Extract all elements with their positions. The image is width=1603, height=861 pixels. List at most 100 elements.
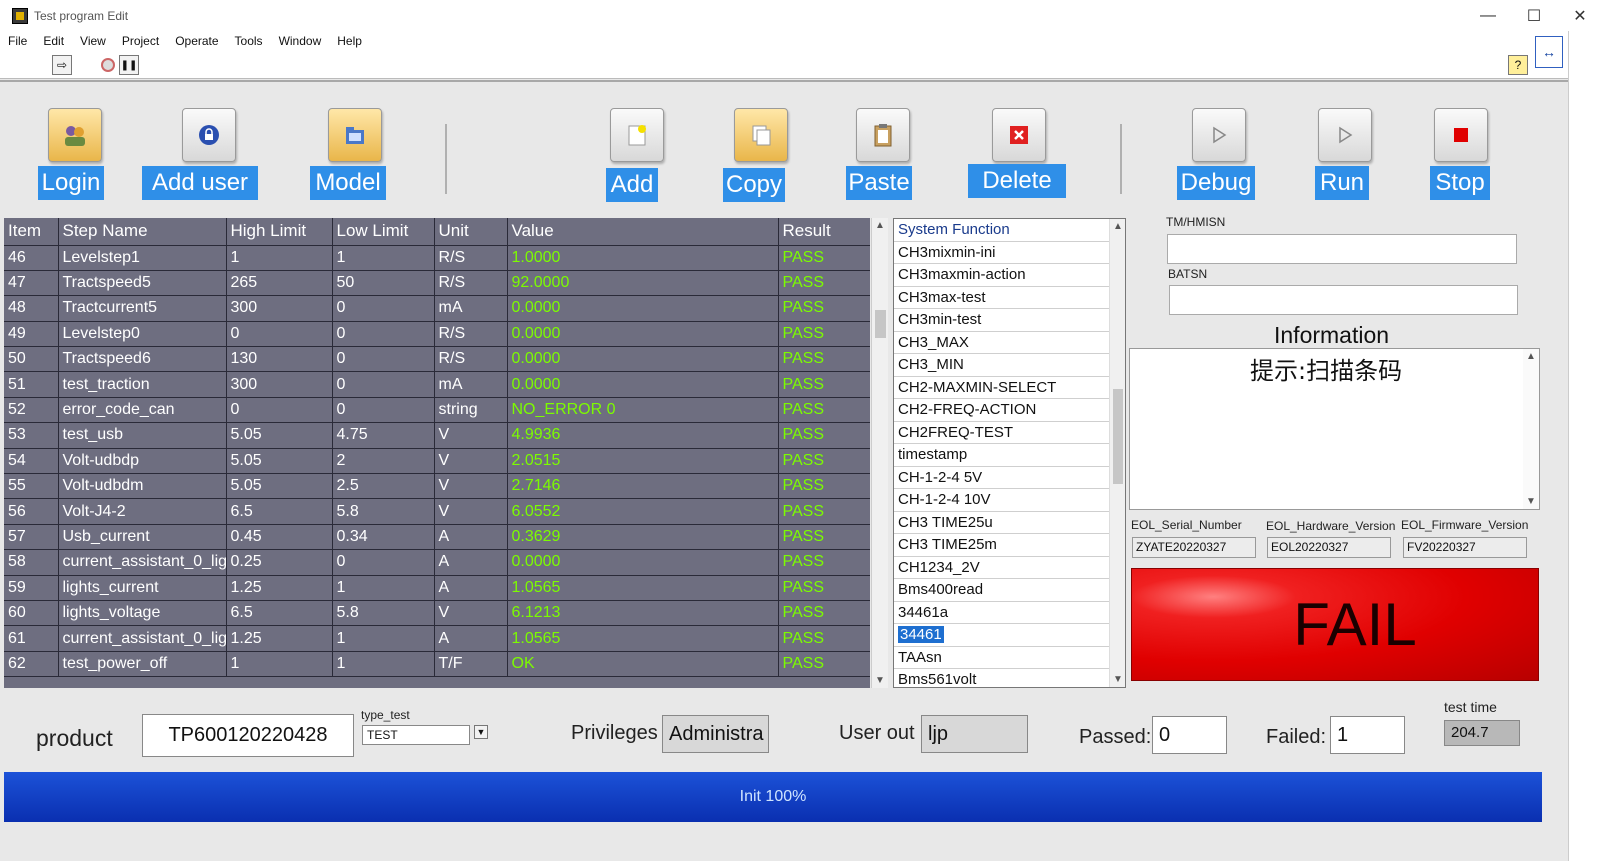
login-label[interactable]: Login (38, 166, 104, 200)
run-label[interactable]: Run (1315, 166, 1369, 200)
function-list-item[interactable]: CH3 TIME25m (894, 534, 1109, 557)
scroll-up-icon[interactable]: ▲ (1113, 221, 1123, 232)
table-row[interactable]: 49 Levelstep0 0 0 R/S 0.0000 PASS (4, 321, 870, 348)
table-row[interactable]: 53 test_usb 5.05 4.75 V 4.9936 PASS (4, 422, 870, 449)
function-list-item[interactable]: CH2FREQ-TEST (894, 422, 1109, 444)
col-high-limit[interactable]: High Limit (226, 218, 333, 246)
add-user-button[interactable] (182, 108, 236, 162)
table-row[interactable]: 52 error_code_can 0 0 string NO_ERROR 0 PASS (4, 397, 870, 424)
function-list-item[interactable]: Bms561volt (894, 669, 1109, 687)
menu-help[interactable]: Help (329, 34, 370, 48)
add-user-label[interactable]: Add user (142, 166, 258, 200)
tm-hmisn-field[interactable] (1167, 234, 1517, 264)
copy-button[interactable] (734, 108, 788, 162)
run-arrow-icon[interactable]: ⇨ (52, 55, 72, 75)
scroll-down-icon[interactable]: ▼ (875, 675, 885, 686)
scroll-up-icon[interactable]: ▲ (1526, 351, 1536, 362)
batsn-field[interactable] (1169, 285, 1518, 315)
table-row[interactable]: 60 lights_voltage 6.5 5.8 V 6.1213 PASS (4, 600, 870, 627)
table-row[interactable]: 51 test_traction 300 0 mA 0.0000 PASS (4, 371, 870, 398)
stop-button[interactable] (1434, 108, 1488, 162)
table-row[interactable]: 47 Tractspeed5 265 50 R/S 92.0000 PASS (4, 270, 870, 297)
col-step-name[interactable]: Step Name (58, 218, 227, 246)
table-row[interactable]: 57 Usb_current 0.45 0.34 A 0.3629 PASS (4, 524, 870, 551)
menu-tools[interactable]: Tools (227, 34, 271, 48)
function-list-item[interactable]: timestamp (894, 444, 1109, 467)
function-list-item[interactable]: CH1234_2V (894, 557, 1109, 579)
help-icon[interactable]: ? (1508, 55, 1528, 75)
function-list-item[interactable]: CH3max-test (894, 287, 1109, 309)
col-item[interactable]: Item (4, 218, 59, 246)
function-list-item[interactable]: CH3min-test (894, 309, 1109, 332)
product-field[interactable]: TP600120220428 (142, 714, 354, 757)
function-list-item[interactable]: CH2-MAXMIN-SELECT (894, 377, 1109, 399)
delete-label[interactable]: Delete (968, 164, 1066, 198)
pause-icon[interactable]: ❚❚ (119, 55, 139, 75)
scroll-down-icon[interactable]: ▼ (1526, 496, 1536, 507)
type-test-select[interactable]: TEST (362, 725, 470, 745)
scroll-down-icon[interactable]: ▼ (1113, 674, 1123, 685)
scroll-thumb[interactable] (875, 310, 886, 338)
table-row[interactable]: 59 lights_current 1.25 1 A 1.0565 PASS (4, 575, 870, 601)
context-help-icon[interactable]: ↔ (1535, 36, 1563, 68)
table-row[interactable]: 61 current_assistant_0_lig 1.25 1 A 1.0565 PAS… (4, 625, 870, 652)
menu-edit[interactable]: Edit (35, 34, 72, 48)
table-row[interactable]: 54 Volt-udbdp 5.05 2 V 2.0515 PASS (4, 448, 870, 475)
col-unit[interactable]: Unit (434, 218, 508, 246)
copy-label[interactable]: Copy (723, 168, 785, 202)
table-row[interactable]: 55 Volt-udbdm 5.05 2.5 V 2.7146 PASS (4, 473, 870, 500)
table-row[interactable]: 48 Tractcurrent5 300 0 mA 0.0000 PASS (4, 295, 870, 322)
function-list-item[interactable]: 34461 (894, 624, 1109, 647)
menu-operate[interactable]: Operate (167, 34, 226, 48)
stop-label[interactable]: Stop (1430, 166, 1490, 200)
function-list-item[interactable]: 34461a (894, 602, 1109, 624)
paste-button[interactable] (856, 108, 910, 162)
menu-view[interactable]: View (72, 34, 114, 48)
serial-number-field[interactable]: ZYATE20220327 (1132, 537, 1256, 558)
function-list-item[interactable]: CH3maxmin-action (894, 264, 1109, 287)
scroll-thumb[interactable] (1113, 389, 1123, 484)
table-row[interactable]: 58 current_assistant_0_lig 0.25 0 A 0.0000 PAS… (4, 549, 870, 576)
dropdown-icon[interactable]: ▼ (474, 725, 488, 739)
add-label[interactable]: Add (606, 168, 658, 202)
abort-icon[interactable] (99, 55, 117, 75)
paste-label[interactable]: Paste (846, 166, 912, 200)
minimize-button[interactable]: — (1465, 0, 1511, 31)
hardware-version-field[interactable]: EOL20220327 (1267, 537, 1391, 558)
maximize-button[interactable]: ☐ (1511, 0, 1557, 31)
col-value[interactable]: Value (507, 218, 779, 246)
table-row[interactable]: 50 Tractspeed6 130 0 R/S 0.0000 PASS (4, 346, 870, 373)
debug-label[interactable]: Debug (1177, 166, 1255, 200)
information-scrollbar[interactable]: ▲ ▼ (1523, 349, 1539, 509)
close-button[interactable]: ✕ (1557, 0, 1603, 31)
col-low-limit[interactable]: Low Limit (332, 218, 435, 246)
function-list-item[interactable]: CH-1-2-4 5V (894, 467, 1109, 489)
scroll-up-icon[interactable]: ▲ (875, 220, 885, 231)
model-button[interactable] (328, 108, 382, 162)
function-list-item[interactable]: CH3_MIN (894, 354, 1109, 377)
function-list-item[interactable]: CH-1-2-4 10V (894, 489, 1109, 512)
function-list-scrollbar[interactable]: ▲ ▼ (1109, 219, 1125, 687)
delete-button[interactable] (992, 108, 1046, 162)
function-list-item[interactable]: CH3_MAX (894, 332, 1109, 354)
menu-window[interactable]: Window (271, 34, 330, 48)
add-button[interactable] (610, 108, 664, 162)
run-button[interactable] (1318, 108, 1372, 162)
menu-project[interactable]: Project (114, 34, 167, 48)
menu-file[interactable]: File (0, 34, 35, 48)
table-row[interactable]: 46 Levelstep1 1 1 R/S 1.0000 PASS (4, 245, 870, 271)
steps-table[interactable]: Item Step Name High Limit Low Limit Unit… (4, 218, 870, 688)
function-list-item[interactable]: CH3 TIME25u (894, 512, 1109, 534)
function-list-item[interactable]: CH3mixmin-ini (894, 242, 1109, 264)
function-list-item[interactable]: Bms400read (894, 579, 1109, 602)
table-row[interactable]: 62 test_power_off 1 1 T/F OK PASS (4, 651, 870, 678)
col-result[interactable]: Result (778, 218, 870, 246)
function-list-item[interactable]: CH2-FREQ-ACTION (894, 399, 1109, 422)
table-row[interactable]: 56 Volt-J4-2 6.5 5.8 V 6.0552 PASS (4, 498, 870, 525)
login-button[interactable] (48, 108, 102, 162)
debug-button[interactable] (1192, 108, 1246, 162)
model-label[interactable]: Model (310, 166, 386, 200)
firmware-version-field[interactable]: FV20220327 (1403, 537, 1527, 558)
function-list-item[interactable]: TAAsn (894, 647, 1109, 669)
system-function-list[interactable]: System Function CH3mixmin-ini CH3maxmin-a… (893, 218, 1126, 688)
